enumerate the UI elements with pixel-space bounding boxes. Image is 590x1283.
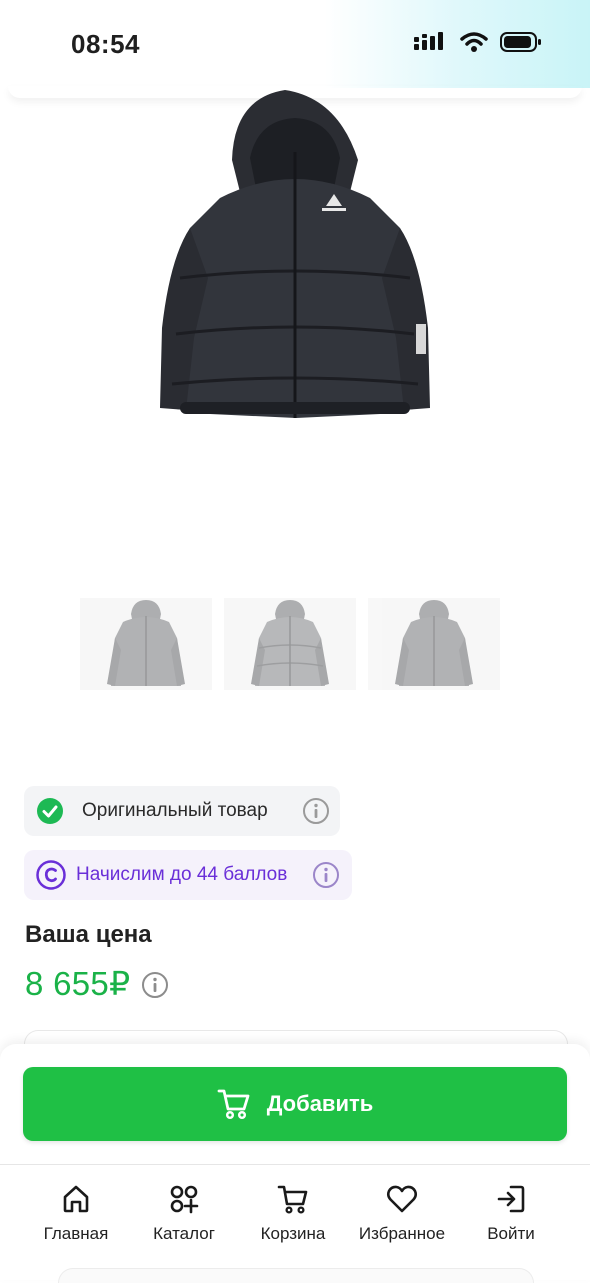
- nav-label-cart: Корзина: [260, 1224, 326, 1243]
- jacket-thumbnail-icon: [251, 600, 329, 686]
- thumbnail-1[interactable]: [80, 598, 212, 690]
- nav-item-home[interactable]: Главная: [21, 1180, 131, 1244]
- price-label: Ваша цена: [25, 921, 152, 948]
- catalog-icon: [170, 1185, 199, 1214]
- status-time: 08:54: [71, 29, 140, 59]
- bottom-navigation: Главная Каталог Корзина Избранное Войти: [0, 1180, 590, 1250]
- check-circle-icon: [37, 798, 63, 824]
- cart-icon: [277, 1185, 308, 1214]
- thumbnail-3[interactable]: [368, 598, 500, 690]
- thumbnail-2[interactable]: [224, 598, 356, 690]
- home-icon: [63, 1185, 89, 1213]
- nav-label-home: Главная: [43, 1224, 109, 1243]
- add-button-label: Добавить: [266, 1091, 374, 1116]
- original-product-label: Оригинальный товар: [82, 800, 268, 821]
- battery-icon: [500, 32, 541, 52]
- nav-item-favorites[interactable]: Избранное: [347, 1180, 457, 1244]
- thumbnail-strip: [80, 598, 500, 690]
- login-icon: [497, 1185, 525, 1213]
- add-to-cart-button[interactable]: Добавить: [23, 1067, 567, 1141]
- original-product-badge[interactable]: Оригинальный товар: [24, 786, 340, 836]
- cart-icon: [217, 1089, 250, 1120]
- bonus-points-badge[interactable]: Начислим до 44 баллов: [24, 850, 352, 900]
- bonus-points-label: Начислим до 44 баллов: [76, 864, 288, 885]
- info-icon[interactable]: [312, 861, 340, 889]
- nav-item-cart[interactable]: Корзина: [238, 1180, 348, 1244]
- nav-item-login[interactable]: Войти: [456, 1180, 566, 1244]
- jacket-thumbnail-icon: [395, 600, 473, 686]
- nav-item-catalog[interactable]: Каталог: [129, 1180, 239, 1244]
- black-puffer-jacket-image: [160, 90, 430, 418]
- nav-label-login: Войти: [487, 1224, 535, 1243]
- jacket-thumbnail-icon: [107, 600, 185, 686]
- nav-label-favorites: Избранное: [358, 1224, 446, 1243]
- nav-divider: [0, 1164, 590, 1165]
- price-value: 8 655₽: [25, 965, 131, 1002]
- browser-bottom-bar: [58, 1268, 534, 1283]
- status-bar: 08:54: [0, 0, 590, 88]
- info-icon[interactable]: [302, 797, 330, 825]
- heart-icon: [386, 1185, 418, 1213]
- price-info-icon[interactable]: [141, 971, 169, 999]
- cellular-signal-icon: [414, 32, 443, 50]
- status-icons: [414, 31, 542, 53]
- product-main-image[interactable]: [150, 88, 440, 428]
- bonus-coin-icon: [36, 860, 66, 890]
- nav-label-catalog: Каталог: [153, 1224, 215, 1243]
- wifi-icon: [460, 32, 488, 52]
